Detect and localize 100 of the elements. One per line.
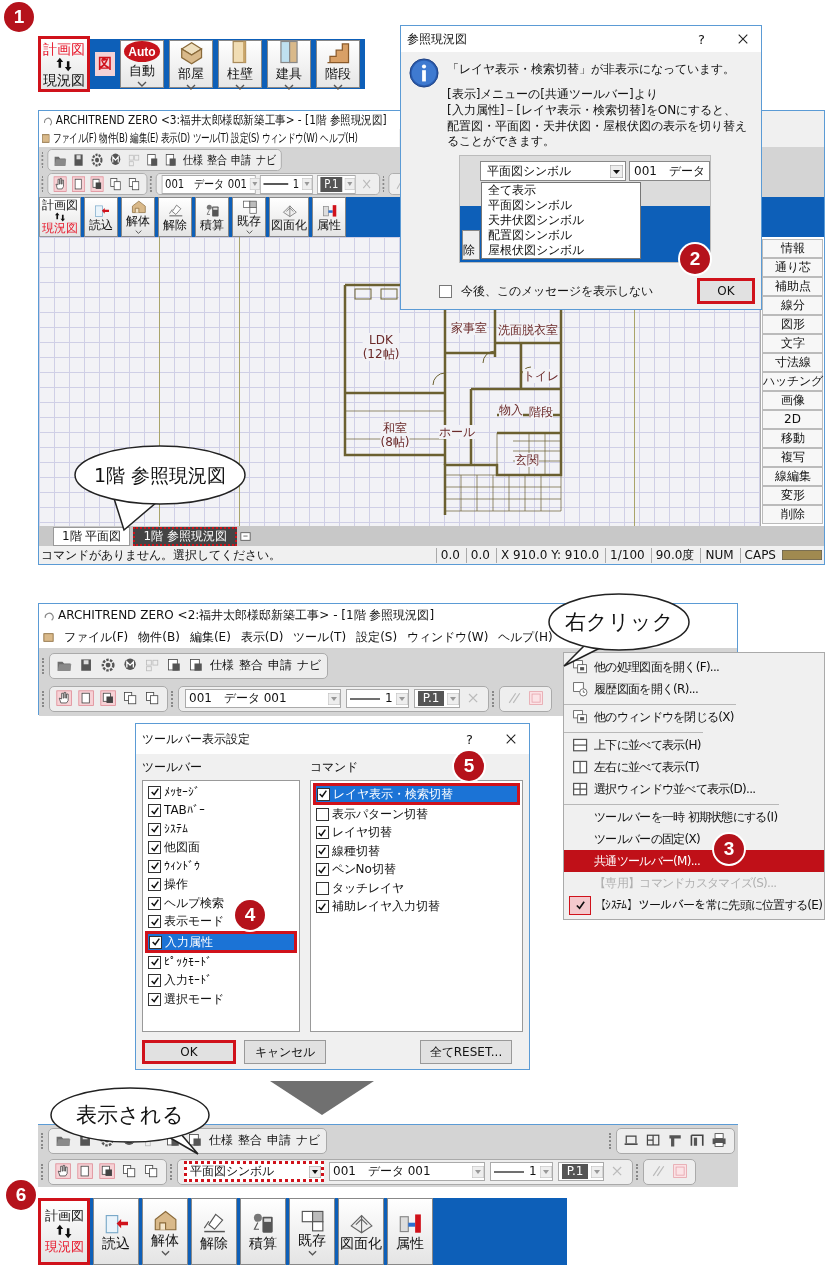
corner-icon[interactable] <box>667 1132 684 1149</box>
menu-item[interactable]: 編集(E) <box>130 130 159 146</box>
copy-icon[interactable] <box>121 1163 138 1180</box>
menu-item[interactable]: 左右に並べて表示(T) <box>564 756 701 778</box>
checkbox[interactable] <box>148 804 161 818</box>
dialog-button[interactable]: キャンセル <box>244 1040 326 1064</box>
hand-icon[interactable] <box>56 690 73 707</box>
ribbon-button[interactable]: 解除 <box>158 197 192 237</box>
ribbon-button[interactable]: 部屋 <box>169 40 213 88</box>
ribbon-button[interactable]: 柱壁 <box>218 40 262 88</box>
palette-button[interactable]: 削除 <box>762 505 823 524</box>
toolbar-button[interactable]: 整合 <box>239 658 263 673</box>
toolbar-button[interactable]: ナビ <box>255 152 276 168</box>
palette-button[interactable]: 変形 <box>762 486 823 505</box>
toolbar-grip[interactable] <box>41 1163 45 1180</box>
checkbox[interactable] <box>149 935 162 949</box>
list-item[interactable]: TABﾊﾞｰ <box>145 801 211 820</box>
toolbar-grip[interactable] <box>41 1132 45 1149</box>
document-icon[interactable] <box>145 151 160 169</box>
palette-button[interactable]: ハッチング <box>762 372 823 391</box>
checkbox[interactable] <box>148 841 161 855</box>
toolbar-grip[interactable] <box>636 1163 641 1180</box>
help-button[interactable]: ? <box>698 31 705 47</box>
document-icon[interactable] <box>164 151 179 169</box>
pen-dropdown[interactable]: P.1 <box>557 1162 605 1181</box>
menu-item[interactable]: ヘルプ(H) <box>498 629 553 645</box>
mode-switch-button[interactable]: 計画図 現況図 <box>39 197 81 237</box>
menu-item[interactable]: 物件(B) <box>99 130 128 146</box>
checkbox[interactable] <box>315 844 329 858</box>
list-item[interactable]: ﾒｯｾｰｼﾞ <box>145 783 206 802</box>
list-item[interactable]: 表示モード <box>145 912 230 931</box>
list-item[interactable]: 入力属性 <box>145 931 297 953</box>
tab[interactable]: 1階 平面図 <box>53 526 131 546</box>
menu-item[interactable]: 設定(S) <box>231 130 260 146</box>
hand-icon[interactable] <box>53 175 68 193</box>
dialog-button[interactable]: 全てRESET... <box>420 1040 512 1064</box>
menu-item[interactable]: ウィンドウ(W) <box>261 130 318 146</box>
tiles-icon[interactable] <box>645 1132 662 1149</box>
palette-button[interactable]: 文字 <box>762 334 823 353</box>
menu-item[interactable]: ファイル(F) <box>64 629 129 645</box>
list-item[interactable]: 補助レイヤ入力切替 <box>312 897 446 916</box>
menu-item[interactable]: 履歴図面を開く(R)... <box>564 678 701 700</box>
button-fragment[interactable]: 除 <box>462 230 480 260</box>
checkbox[interactable] <box>315 900 329 914</box>
toolbar-grip[interactable] <box>41 152 45 168</box>
line-width-dropdown[interactable]: 1 <box>259 174 313 194</box>
line-width-dropdown[interactable]: 1 <box>346 689 409 708</box>
document-icon[interactable] <box>166 657 183 674</box>
checkbox[interactable] <box>439 285 452 298</box>
mode-switch-button[interactable]: 計画図 現況図 <box>38 36 90 92</box>
ribbon-button[interactable]: 既存 <box>289 1198 335 1265</box>
toolbar-grip[interactable] <box>42 690 46 707</box>
palette-button[interactable]: 補助点 <box>762 277 823 296</box>
gear-icon[interactable] <box>90 151 105 169</box>
ribbon-button[interactable]: 属性 <box>387 1198 433 1265</box>
close-icon[interactable] <box>505 733 517 745</box>
menu-item[interactable]: 選択ウィンドウ並べて表示(D)... <box>564 778 758 800</box>
list-item[interactable]: 選択モード <box>145 990 230 1009</box>
toolbar-button[interactable]: ナビ <box>297 658 321 673</box>
copy-icon[interactable] <box>143 1163 160 1180</box>
layer-dropdown[interactable]: 001 データ 001 <box>185 689 341 708</box>
toolbar-grip[interactable] <box>149 176 154 192</box>
menu-item[interactable]: 他のウィンドウを閉じる(X) <box>564 704 736 728</box>
line-width-dropdown[interactable]: 1 <box>490 1162 553 1181</box>
dropdown-option[interactable]: 平面図シンボル <box>482 198 640 213</box>
toolbar-grip[interactable] <box>382 176 387 192</box>
dropdown-option[interactable]: 天井伏図シンボル <box>482 213 640 228</box>
toolbar-grip[interactable] <box>170 1163 174 1180</box>
menu-item[interactable]: ファイル(F) <box>52 130 97 146</box>
document-icon[interactable] <box>188 657 205 674</box>
list-item[interactable]: 他図面 <box>145 838 206 857</box>
checkbox[interactable] <box>148 974 161 988</box>
palette-button[interactable]: 移動 <box>762 429 823 448</box>
checkbox[interactable] <box>148 992 161 1006</box>
menu-item[interactable]: 物件(B) <box>138 629 180 645</box>
ok-button[interactable]: OK <box>697 278 755 304</box>
ribbon-button[interactable]: 積算 <box>240 1198 286 1265</box>
symbol-dropdown[interactable]: 平面図シンボル <box>184 1161 324 1182</box>
layer-field[interactable]: 001 データ <box>629 161 710 181</box>
hand-icon[interactable] <box>55 1163 72 1180</box>
list-item[interactable]: 線種切替 <box>312 842 386 861</box>
toolbar-grip[interactable] <box>171 690 175 707</box>
list-item[interactable]: 操作 <box>145 875 194 894</box>
palette-button[interactable]: 情報 <box>762 239 823 258</box>
toolbar-button[interactable]: 仕様 <box>210 658 234 673</box>
checkbox[interactable] <box>148 955 161 969</box>
ribbon-button[interactable]: 属性 <box>312 197 346 237</box>
mode-switch-button[interactable]: 計画図 現況図 <box>38 1198 90 1265</box>
palette-button[interactable]: 図形 <box>762 315 823 334</box>
menu-item[interactable]: 【ｼｽﾃﾑ】ツールバーを常に先頭に位置する(E) <box>564 894 825 916</box>
checkbox[interactable] <box>315 807 329 821</box>
palette-button[interactable]: 寸法線 <box>762 353 823 372</box>
menu-item[interactable]: ツールバーの固定(X) <box>564 828 702 850</box>
menu-item[interactable]: ウィンドウ(W) <box>407 629 489 645</box>
ribbon-button[interactable]: 解体 <box>142 1198 188 1265</box>
document-icon[interactable] <box>90 175 105 193</box>
checkbox[interactable] <box>315 863 329 877</box>
ribbon-button[interactable]: 図面化 <box>338 1198 384 1265</box>
checkbox[interactable] <box>148 859 161 873</box>
toolbar-button[interactable]: 申請 <box>267 1133 291 1148</box>
